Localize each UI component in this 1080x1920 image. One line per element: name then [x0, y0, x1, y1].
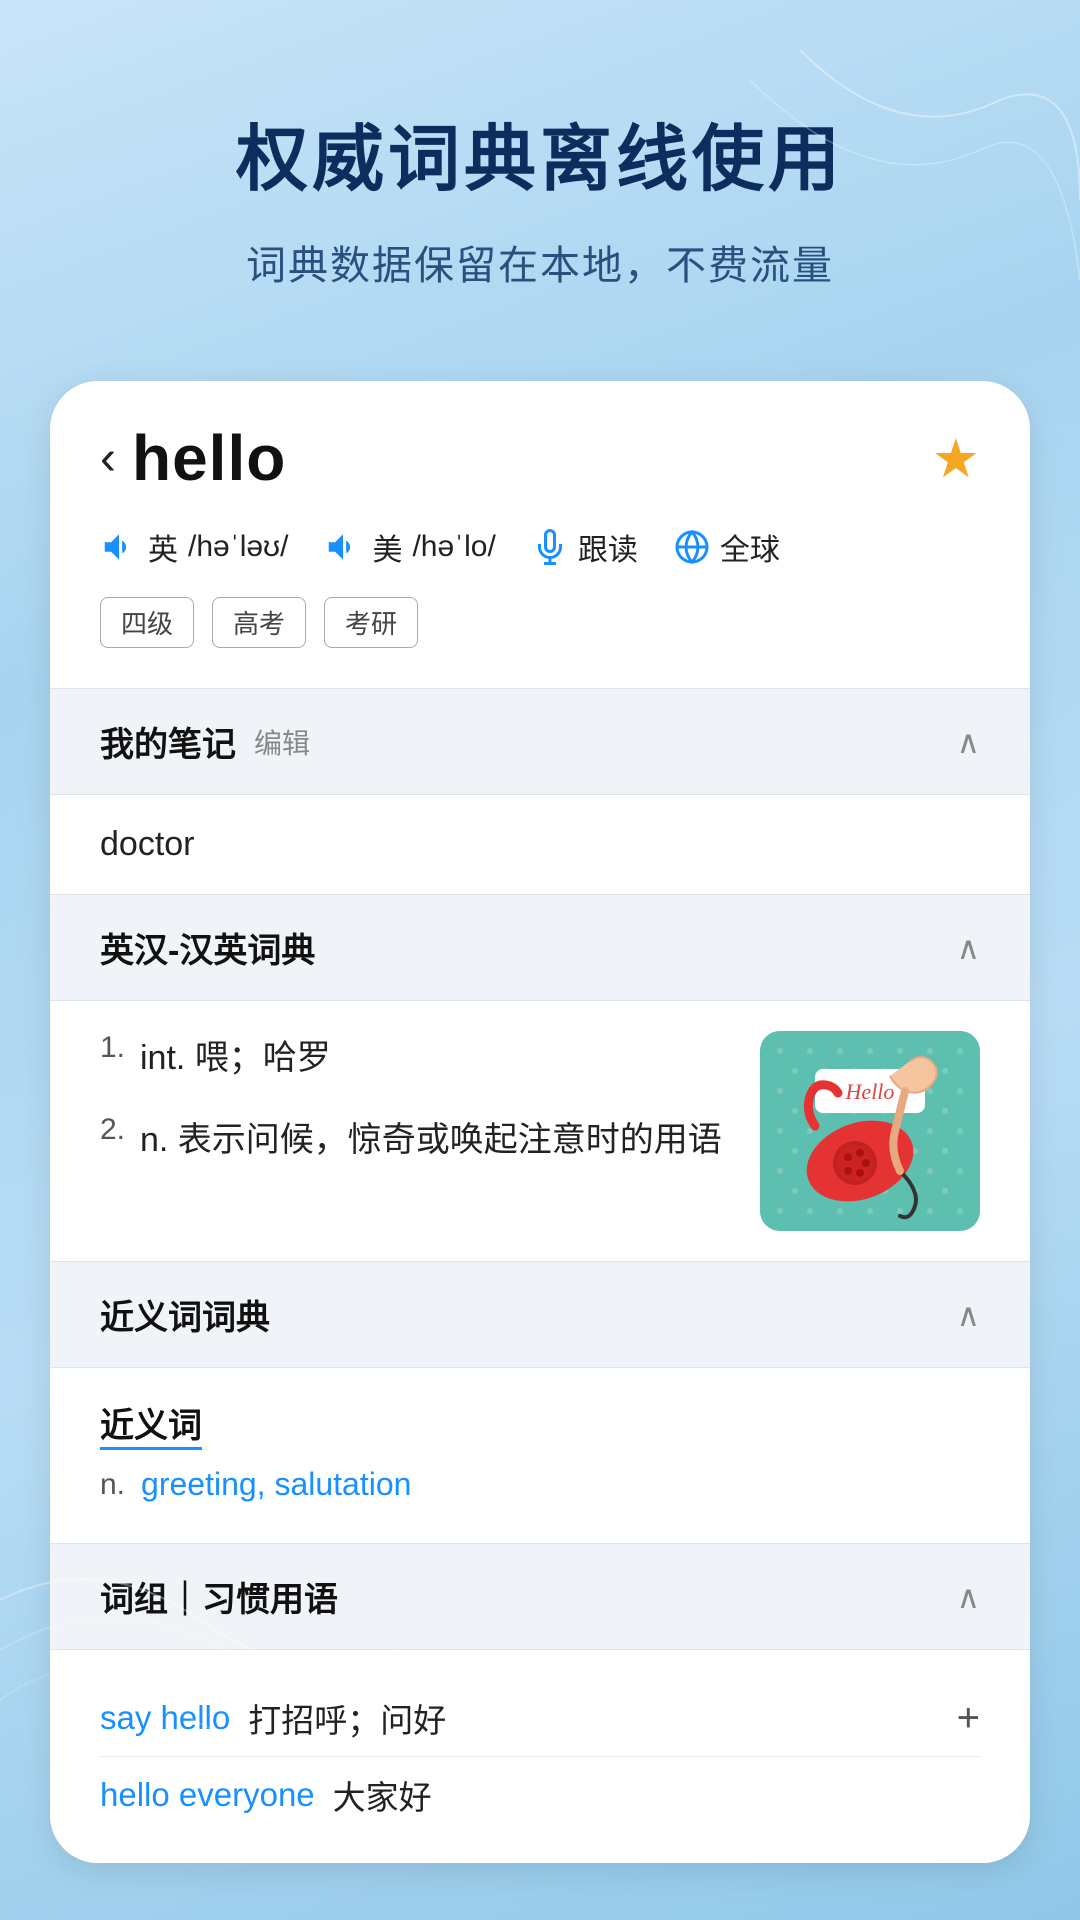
us-phonetic: /həˈlo/: [412, 530, 495, 564]
american-pronunciation[interactable]: 美 /həˈlo/: [324, 525, 495, 569]
hero-section: 权威词典离线使用 词典数据保留在本地，不费流量: [0, 0, 1080, 351]
en-cn-dict-title: 英汉-汉英词典: [100, 923, 315, 972]
globe-icon: [674, 529, 710, 565]
synonym-pos: n.: [100, 1468, 125, 1502]
synonym-words: greeting, salutation: [141, 1466, 411, 1503]
british-pronunciation[interactable]: 英 /həˈləʊ/: [100, 525, 288, 569]
en-cn-dict-chevron-icon: ∧: [957, 929, 980, 967]
phrase-word-2[interactable]: hello everyone: [100, 1776, 315, 1814]
en-cn-dict-content: 1. int. 喂；哈罗 2. n. 表示问候，惊奇或唤起注意时的用语: [50, 1001, 1030, 1261]
definition-1: 1. int. 喂；哈罗: [100, 1031, 730, 1085]
synonym-dict-chevron-icon: ∧: [957, 1296, 980, 1334]
phrase-meaning-1: 打招呼；问好: [248, 1694, 446, 1742]
back-button[interactable]: ‹: [100, 431, 116, 486]
microphone-icon: [532, 529, 568, 565]
def-number-1: 1.: [100, 1031, 130, 1065]
svg-text:Hello: Hello: [845, 1079, 895, 1104]
phrase-item-2: hello everyone 大家好: [100, 1757, 980, 1833]
word-title-row: ‹ hello ★: [100, 421, 980, 495]
uk-label: 英: [148, 525, 178, 569]
definitions-list: 1. int. 喂；哈罗 2. n. 表示问候，惊奇或唤起注意时的用语: [100, 1031, 730, 1196]
phrase-meaning-2: 大家好: [333, 1771, 432, 1819]
phrases-content: say hello 打招呼；问好 + hello everyone 大家好: [50, 1650, 1030, 1863]
word-illustration: Hello: [760, 1031, 980, 1231]
synonym-dict-title: 近义词词典: [100, 1290, 270, 1339]
note-text: doctor: [100, 825, 195, 863]
phrases-title: 词组｜习惯用语: [100, 1572, 338, 1621]
phrase-left-1: say hello 打招呼；问好: [100, 1694, 446, 1742]
synonym-label: 近义词: [100, 1398, 202, 1450]
notes-header-left: 我的笔记 编辑: [100, 717, 310, 766]
speaker-us-icon: [324, 528, 362, 566]
hero-subtitle: 词典数据保留在本地，不费流量: [60, 233, 1020, 291]
en-cn-dict-section-header[interactable]: 英汉-汉英词典 ∧: [50, 895, 1030, 1000]
def-number-2: 2.: [100, 1113, 130, 1147]
hello-telephone-image: Hello: [760, 1031, 980, 1231]
phrase-left-2: hello everyone 大家好: [100, 1771, 432, 1819]
tag-cet4: 四级: [100, 597, 194, 648]
phrases-section-header[interactable]: 词组｜习惯用语 ∧: [50, 1544, 1030, 1649]
speaker-uk-icon: [100, 528, 138, 566]
phrase-word-1[interactable]: say hello: [100, 1699, 230, 1737]
word-back-title: ‹ hello: [100, 421, 286, 495]
us-label: 美: [372, 525, 402, 569]
def-text-1: int. 喂；哈罗: [140, 1031, 331, 1085]
global-pronunciation-button[interactable]: 全球: [674, 525, 780, 569]
word-display: hello: [132, 421, 286, 495]
synonym-dict-section-header[interactable]: 近义词词典 ∧: [50, 1262, 1030, 1367]
def-text-2: n. 表示问候，惊奇或唤起注意时的用语: [140, 1113, 722, 1167]
notes-edit-button[interactable]: 编辑: [254, 722, 310, 762]
phrases-chevron-icon: ∧: [957, 1578, 980, 1616]
follow-read-button[interactable]: 跟读: [532, 525, 638, 569]
definition-2: 2. n. 表示问候，惊奇或唤起注意时的用语: [100, 1113, 730, 1167]
tag-kaoyan: 考研: [324, 597, 418, 648]
tag-gaokao: 高考: [212, 597, 306, 648]
global-label: 全球: [720, 525, 780, 569]
hero-title: 权威词典离线使用: [60, 100, 1020, 205]
follow-read-label: 跟读: [578, 525, 638, 569]
dictionary-card: ‹ hello ★ 英 /həˈləʊ/ 美 /həˈlo/: [50, 381, 1030, 1863]
notes-title: 我的笔记: [100, 717, 236, 766]
phrase-add-1-icon[interactable]: +: [957, 1696, 980, 1741]
uk-phonetic: /həˈləʊ/: [188, 530, 288, 564]
notes-section-header[interactable]: 我的笔记 编辑 ∧: [50, 689, 1030, 794]
synonym-row: n. greeting, salutation: [100, 1466, 980, 1503]
notes-content: doctor: [50, 795, 1030, 894]
synonym-content: 近义词 n. greeting, salutation: [50, 1368, 1030, 1543]
notes-chevron-icon: ∧: [957, 723, 980, 761]
exam-tags-row: 四级 高考 考研: [100, 597, 980, 648]
phrase-item-1: say hello 打招呼；问好 +: [100, 1680, 980, 1756]
pronunciation-row: 英 /həˈləʊ/ 美 /həˈlo/ 跟读: [100, 525, 980, 569]
bookmark-star-icon[interactable]: ★: [932, 427, 980, 490]
word-header: ‹ hello ★ 英 /həˈləʊ/ 美 /həˈlo/: [50, 381, 1030, 688]
